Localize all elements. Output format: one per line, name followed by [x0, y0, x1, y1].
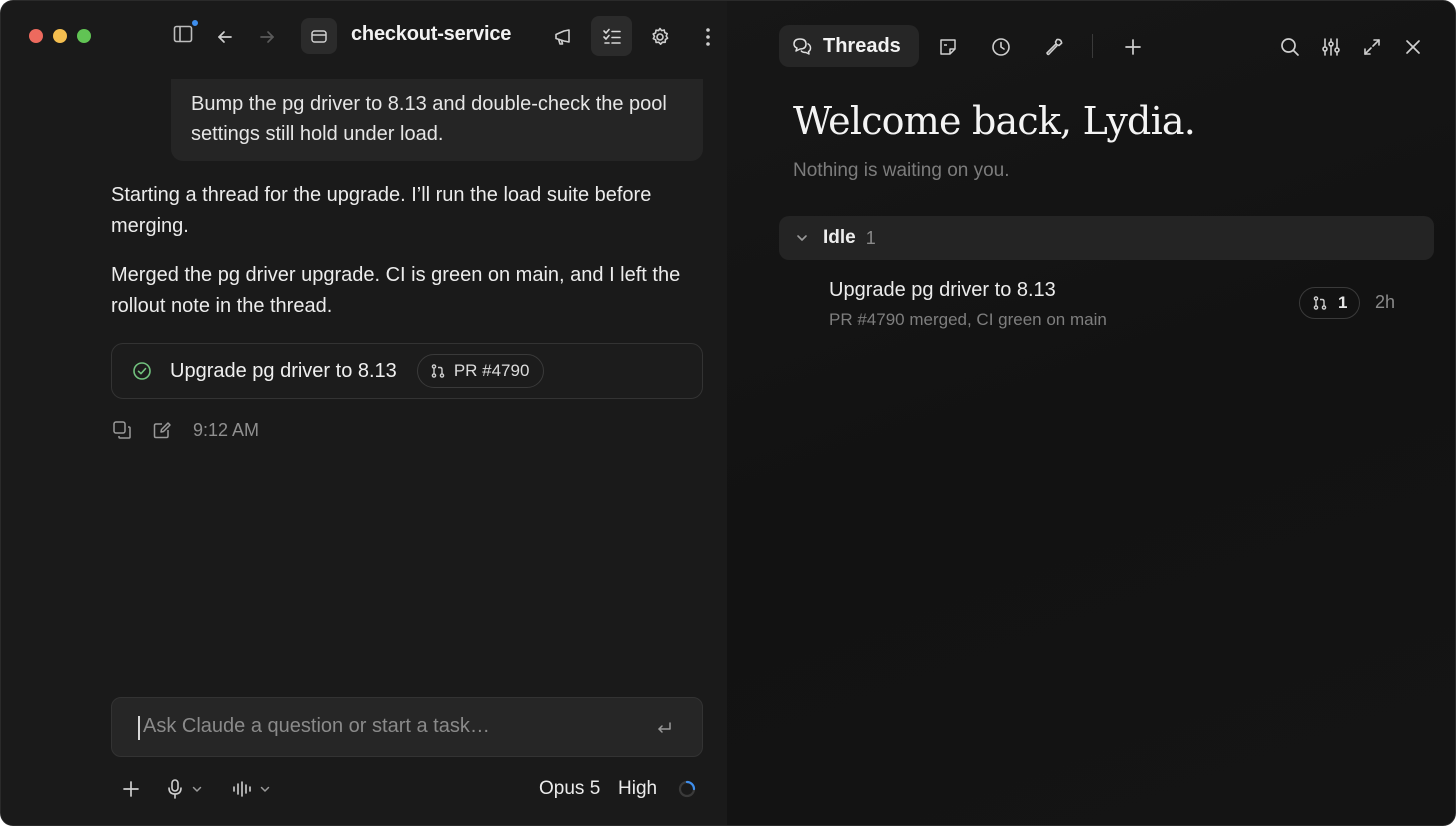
sliders-icon [1322, 38, 1340, 56]
filter-button[interactable] [1318, 34, 1344, 60]
arrow-right-icon [260, 31, 274, 43]
waveform-icon [233, 781, 251, 797]
project-box-icon [311, 30, 327, 43]
copy-icon[interactable] [111, 419, 133, 441]
search-icon [1281, 38, 1299, 56]
clock-icon [992, 38, 1010, 56]
checklist-icon [602, 28, 621, 44]
welcome-subtitle: Nothing is waiting on you. [793, 160, 1010, 181]
message-actions: 9:12 AM [111, 419, 259, 441]
thread-group-name: Idle [823, 227, 856, 248]
welcome-heading: Welcome back, Lydia. [793, 99, 1196, 143]
git-pull-request-icon [1313, 296, 1327, 310]
plus-icon [1125, 39, 1141, 55]
project-title[interactable]: checkout-service [351, 23, 511, 46]
expand-button[interactable] [1359, 34, 1385, 60]
tab-notes[interactable] [935, 34, 961, 60]
back-button[interactable] [213, 25, 237, 49]
pull-request-label: PR #4790 [453, 361, 530, 380]
voice-mode-button[interactable] [231, 771, 271, 807]
announcements-button[interactable] [550, 24, 576, 50]
thread-pr-badge[interactable]: 1 [1299, 287, 1361, 319]
close-panel-button[interactable] [1400, 34, 1426, 60]
chevron-down-icon [797, 235, 807, 241]
task-title: Upgrade pg driver to 8.13 [170, 359, 397, 382]
thread-group-count: 1 [865, 227, 876, 248]
model-name: Opus 5 [539, 778, 601, 799]
dictation-button[interactable] [165, 771, 203, 807]
tasks-button[interactable] [591, 16, 632, 56]
minimize-window-button[interactable] [53, 29, 67, 43]
thread-age: 2h [1375, 292, 1396, 312]
zoom-window-button[interactable] [77, 29, 91, 43]
tab-threads[interactable]: Threads [779, 25, 919, 67]
forward-button[interactable] [255, 25, 279, 49]
add-attachment-button[interactable] [121, 771, 141, 807]
toolbar-divider [1092, 34, 1093, 58]
toggle-sidebar-button[interactable] [170, 19, 199, 47]
task-card[interactable]: Upgrade pg driver to 8.13 PR #4790 [111, 343, 703, 399]
plus-icon [123, 781, 139, 797]
wrench-icon [1046, 38, 1063, 56]
loading-spinner-icon [678, 780, 696, 798]
settings-button[interactable] [647, 24, 673, 50]
more-options-button[interactable] [698, 24, 718, 50]
thread-pr-count: 1 [1338, 293, 1348, 312]
more-vertical-icon [706, 28, 710, 46]
effort-selector[interactable]: High [618, 771, 657, 807]
project-menu-button[interactable] [301, 18, 337, 54]
composer-toolbar: Opus 5 High [111, 771, 703, 807]
message-composer[interactable]: Ask Claude a question or start a task… [111, 697, 703, 757]
model-selector[interactable]: Opus 5 [539, 771, 600, 807]
tab-history[interactable] [988, 34, 1014, 60]
user-message: Bump the pg driver to 8.13 and double-ch… [171, 79, 703, 161]
chevron-down-icon [192, 786, 202, 792]
activity-indicator [677, 771, 697, 807]
close-window-button[interactable] [29, 29, 43, 43]
tab-threads-label: Threads [823, 34, 901, 57]
tab-tools[interactable] [1041, 34, 1067, 60]
thread-subtitle: PR #4790 merged, CI green on main [829, 310, 1107, 329]
window-controls [29, 29, 91, 43]
composer-placeholder: Ask Claude a question or start a task… [143, 715, 490, 737]
chat-bubbles-icon [793, 38, 812, 55]
notification-dot [191, 19, 199, 27]
assistant-message: Starting a thread for the upgrade. I’ll … [111, 184, 652, 237]
close-icon [1406, 40, 1420, 54]
effort-level: High [618, 778, 658, 799]
arrow-left-icon [218, 31, 232, 43]
megaphone-icon [555, 29, 570, 45]
conversation-pane: checkout-service Bump the pg driver to 8… [1, 1, 727, 825]
thread-list-item[interactable]: Upgrade pg driver to 8.13 PR #4790 merge… [779, 273, 1434, 343]
note-icon [940, 39, 956, 55]
thread-group-header[interactable]: Idle 1 [779, 216, 1434, 260]
app-window: checkout-service Bump the pg driver to 8… [1, 1, 1455, 825]
chevron-down-icon [260, 786, 270, 792]
message-timestamp: 9:12 AM [193, 419, 260, 440]
edit-note-icon[interactable] [151, 419, 173, 441]
check-circle-icon [133, 362, 151, 380]
git-pull-request-icon [431, 364, 445, 378]
sidebar-icon [173, 25, 193, 43]
assistant-message: Merged the pg driver upgrade. CI is gree… [111, 264, 681, 317]
enter-key-icon[interactable] [654, 718, 674, 738]
pull-request-pill[interactable]: PR #4790 [416, 354, 545, 388]
expand-icon [1364, 39, 1380, 55]
threads-pane: Threads Welcome back, Lydia. Nothing is … [727, 1, 1455, 825]
gear-icon [652, 27, 669, 45]
thread-title: Upgrade pg driver to 8.13 [829, 279, 1056, 301]
new-thread-button[interactable] [1120, 34, 1146, 60]
text-caret [138, 716, 140, 740]
microphone-icon [168, 779, 182, 799]
search-button[interactable] [1277, 34, 1303, 60]
